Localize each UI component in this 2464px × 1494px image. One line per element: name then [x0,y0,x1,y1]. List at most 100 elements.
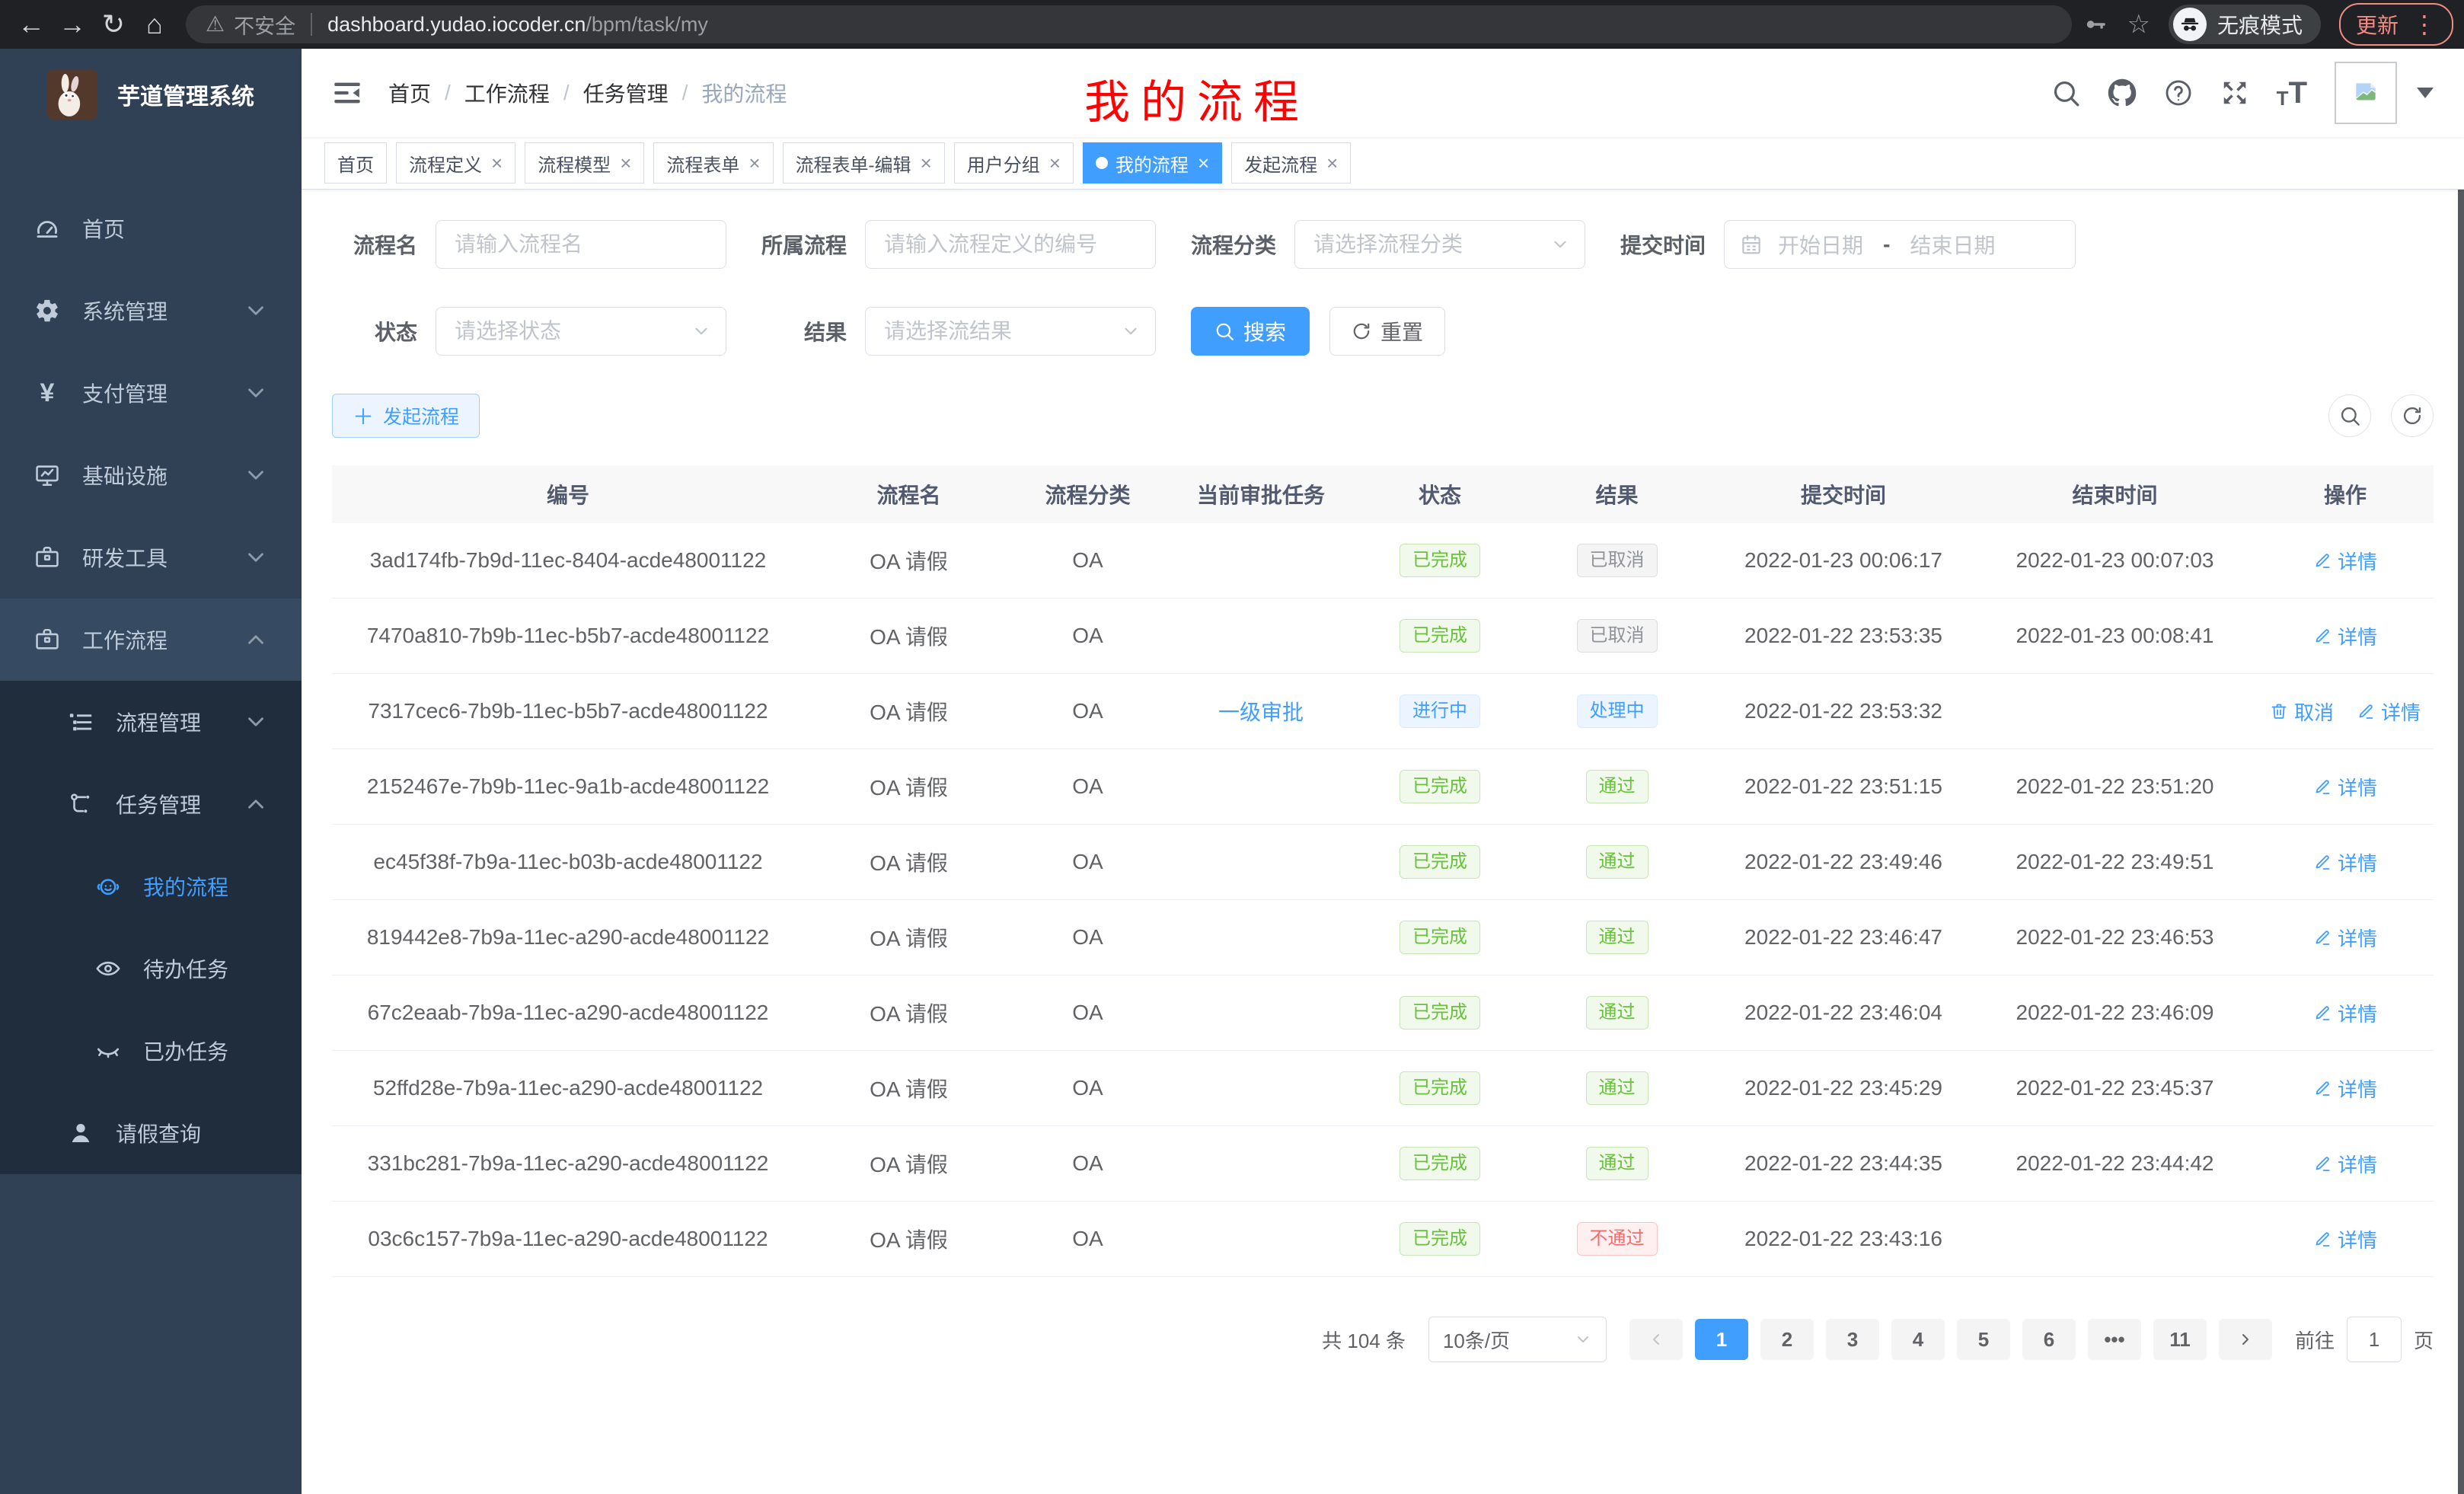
sidebar-item-我的流程[interactable]: 我的流程 [0,845,302,927]
start-process-button[interactable]: ＋ 发起流程 [332,394,480,438]
page-button-1[interactable]: 1 [1695,1319,1748,1360]
tab-close-icon[interactable]: × [1198,152,1209,175]
page-button-6[interactable]: 6 [2022,1319,2076,1360]
cell-status: 已完成 [1360,1222,1520,1256]
detail-link[interactable]: 详情 [2313,547,2377,575]
detail-link[interactable]: 详情 [2357,698,2421,726]
search-icon[interactable] [2051,78,2080,107]
detail-link[interactable]: 详情 [2313,1150,2377,1178]
browser-menu-icon[interactable]: ⋮ [2412,10,2437,39]
tab-发起流程[interactable]: 发起流程× [1231,142,1351,184]
tab-close-icon[interactable]: × [1049,152,1061,175]
cell-status: 进行中 [1360,694,1520,728]
pager: 123456 ••• 11 [1629,1319,2272,1360]
key-icon[interactable] [2083,11,2108,37]
browser-reload-icon[interactable]: ↻ [93,4,134,45]
detail-link[interactable]: 详情 [2313,848,2377,876]
help-icon[interactable] [2164,78,2193,107]
avatar-caret-icon[interactable] [2417,88,2434,98]
github-icon[interactable] [2108,78,2137,107]
sidebar-item-首页[interactable]: 首页 [0,187,302,270]
browser-forward-icon[interactable]: → [52,4,93,45]
tab-流程表单[interactable]: 流程表单× [653,142,773,184]
tab-close-icon[interactable]: × [491,152,503,175]
window-scrollbar[interactable] [2458,49,2464,1494]
tab-label: 流程模型 [538,150,611,177]
sidebar-item-基础设施[interactable]: 基础设施 [0,434,302,516]
sidebar-item-流程管理[interactable]: 流程管理 [0,681,302,763]
fullscreen-icon[interactable] [2220,78,2249,107]
cell-actions: 详情 [2257,1074,2434,1103]
tab-close-icon[interactable]: × [1326,152,1338,175]
tab-流程表单-编辑[interactable]: 流程表单-编辑× [783,142,945,184]
chevron-icon [1647,1330,1665,1349]
sidebar-item-已办任务[interactable]: 已办任务 [0,1010,302,1092]
cell-end-time: 2022-01-23 00:08:41 [1973,624,2257,648]
process-category-select[interactable] [1294,220,1585,269]
page-button-3[interactable]: 3 [1826,1319,1879,1360]
content: 流程名 所属流程 流程分类 提交 [302,190,2464,1494]
active-dot-icon [1096,157,1108,169]
goto-page-input[interactable] [2347,1317,2402,1362]
start-date-placeholder[interactable]: 开始日期 [1778,229,1863,260]
detail-link[interactable]: 详情 [2313,1225,2377,1253]
address-bar[interactable]: ⚠ 不安全 dashboard.yudao.iocoder.cn /bpm/ta… [186,5,2072,43]
refresh-table-button[interactable] [2391,394,2434,437]
sidebar-item-请假查询[interactable]: 请假查询 [0,1092,302,1174]
tab-close-icon[interactable]: × [748,152,760,175]
bookmark-star-icon[interactable]: ☆ [2127,9,2150,40]
sidebar-item-研发工具[interactable]: 研发工具 [0,516,302,599]
page-button-5[interactable]: 5 [1957,1319,2010,1360]
end-date-placeholder[interactable]: 结束日期 [1910,229,1995,260]
tab-close-icon[interactable]: × [620,152,631,175]
detail-link[interactable]: 详情 [2313,773,2377,801]
breadcrumb-home[interactable]: 首页 [388,78,431,108]
sidebar-toggle-icon[interactable] [332,78,362,108]
browser-home-icon[interactable]: ⌂ [134,4,175,45]
reset-button[interactable]: 重置 [1329,307,1445,356]
cell-category: OA [1013,850,1162,874]
text-size-icon[interactable]: TT [2277,76,2307,110]
result-select[interactable] [865,307,1156,356]
sidebar-item-工作流程[interactable]: 工作流程 [0,599,302,681]
tab-流程模型[interactable]: 流程模型 × [525,142,644,184]
tab-首页[interactable]: 首页 [324,142,387,184]
page-ellipsis[interactable]: ••• [2088,1319,2141,1360]
submit-time-range-picker[interactable]: 开始日期 - 结束日期 [1724,220,2076,269]
page-button-4[interactable]: 4 [1891,1319,1945,1360]
avatar[interactable] [2335,62,2397,124]
show-search-button[interactable] [2328,394,2371,437]
current-task-link[interactable]: 一级审批 [1218,701,1304,724]
page-button-2[interactable]: 2 [1760,1319,1814,1360]
detail-link[interactable]: 详情 [2313,924,2377,952]
cancel-link[interactable]: 取消 [2270,698,2334,726]
detail-link[interactable]: 详情 [2313,999,2377,1027]
status-select[interactable] [436,307,726,356]
detail-link[interactable]: 详情 [2313,1074,2377,1103]
browser-back-icon[interactable]: ← [11,4,52,45]
breadcrumb-workflow[interactable]: 工作流程 [464,78,550,108]
detail-link[interactable]: 详情 [2313,622,2377,650]
sidebar-item-任务管理[interactable]: 任务管理 [0,763,302,845]
tab-流程定义[interactable]: 流程定义× [396,142,515,184]
process-name-input[interactable] [436,220,726,269]
update-label[interactable]: 更新 [2356,9,2399,40]
security-label[interactable]: 不安全 [234,10,295,40]
browser-update-button[interactable]: 更新 ⋮ [2339,3,2453,46]
sidebar-item-支付管理[interactable]: ¥支付管理 [0,352,302,434]
tab-我的流程[interactable]: 我的流程× [1083,142,1222,184]
process-definition-input[interactable] [865,220,1156,269]
tab-用户分组[interactable]: 用户分组× [954,142,1074,184]
sidebar-item-系统管理[interactable]: 系统管理 [0,270,302,352]
page-button-11[interactable]: 11 [2153,1319,2207,1360]
page-size-select[interactable]: 10条/页 [1428,1317,1607,1362]
sidebar-item-待办任务[interactable]: 待办任务 [0,927,302,1010]
breadcrumb-task-mgmt[interactable]: 任务管理 [583,78,669,108]
prev-page-button[interactable] [1629,1319,1683,1360]
eye-icon [91,956,125,982]
search-button[interactable]: 搜索 [1191,307,1310,356]
app-logo[interactable]: 芋道管理系统 [0,49,302,140]
next-page-button[interactable] [2219,1319,2272,1360]
chevron-icon [239,627,273,653]
tab-close-icon[interactable]: × [921,152,932,175]
